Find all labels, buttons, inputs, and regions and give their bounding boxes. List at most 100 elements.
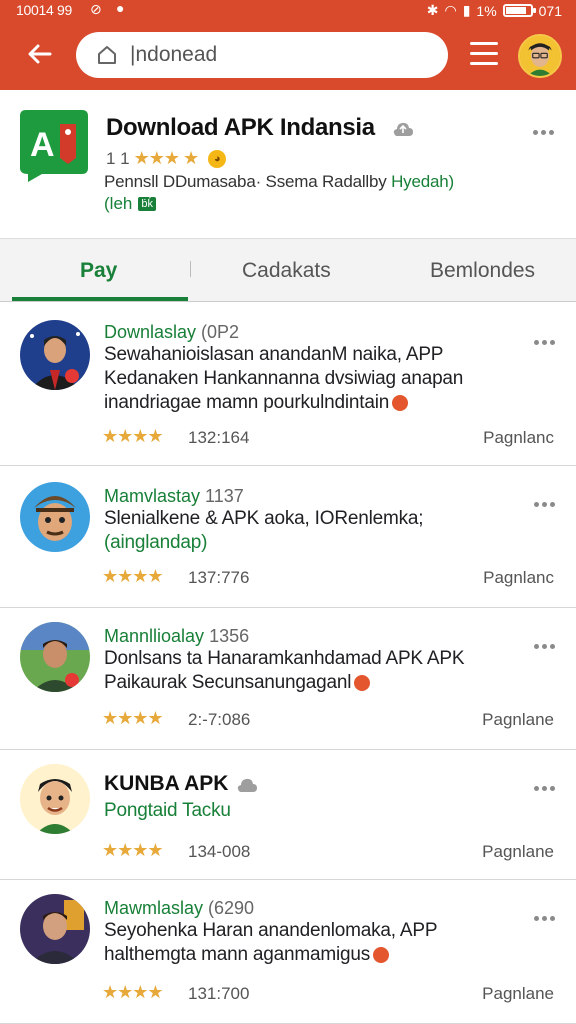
home-icon [98,46,116,64]
item-name-sub: (6290 [203,898,255,918]
avatar [20,482,90,552]
app-developer-line: Pennsll DDumasaba· Ssema Radallby Hyedah… [104,172,454,192]
item-text-line: Paikaurak Secunsanungaganl [104,672,371,694]
status-time: 10014 99 [16,2,72,18]
app-logo-icon: A [20,110,88,182]
item-count: 134-008 [188,842,251,861]
avatar [20,764,90,834]
status-right: ✱ ◠ ▮ 1% 071 [427,2,562,19]
item-text-line: Sewahanioislasan anandanM naika, APP [104,344,444,365]
item-text: Paikaurak Secunsanungaganl [104,672,352,693]
item-status[interactable]: Pagnlane [482,984,554,1004]
list-item[interactable]: Mamvlastay 1137 Slenialkene & APK aoka, … [0,466,576,608]
rating-stars: ★★★ ★ [133,148,200,168]
item-title: Mamvlastay 1137 [104,486,244,507]
item-name-sub: 1356 [204,626,250,646]
app-title: Download APK Indansia [106,114,375,141]
tab-cadakats[interactable]: Cadakats [242,259,331,283]
app-subline: (leh ḃḱ [104,194,156,214]
emoji-icon [373,946,390,963]
tab-bemlondes[interactable]: Bemlondes [430,259,535,283]
emoji-icon [392,394,409,411]
list-item[interactable]: KUNBA APK Pongtaid Tacku ★★★★ 134-008 Pa… [0,750,576,880]
item-stars: ★★★★ [102,982,164,1002]
item-count: 131:700 [188,984,250,1003]
more-options-icon[interactable] [533,122,557,135]
item-text-line: Slenialkene & APK aoka, IORenlemka; [104,508,424,529]
item-status[interactable]: Pagnlane [482,842,554,862]
item-name: KUNBA APK [104,772,229,795]
status-bar: 10014 99 ⊘ ● ✱ ◠ ▮ 1% 071 [0,0,576,22]
item-text-line: inandriagae mamn pourkulndintain [104,392,409,414]
emoji-icon [354,674,371,691]
user-avatar[interactable] [518,34,562,78]
more-options-icon[interactable] [534,908,558,921]
cloud-icon [393,122,413,136]
svg-text:A: A [30,126,55,164]
notification-icon: ● [116,0,125,16]
item-count: 132:164 [188,428,250,447]
item-count: 137:776 [188,568,250,587]
item-text: inandriagae mamn pourkulndintain [104,392,390,413]
tab-pay[interactable]: Pay [80,259,117,283]
item-title: Mannllioalay 1356 [104,626,249,647]
item-name: Downlaslay [104,322,197,342]
bluetooth-icon: ✱ [426,2,439,18]
menu-icon[interactable] [470,42,498,66]
list-item[interactable]: Mannllioalay 1356 Donlsans ta Hanaramkan… [0,608,576,750]
battery-icon [502,4,536,17]
search-bar[interactable] [76,32,448,78]
back-arrow-icon[interactable] [24,38,56,70]
tab-bar: Pay Cadakats Bemlondes [0,238,576,302]
item-stars: ★★★★ [102,566,164,586]
developer-text: Pennsll DDumasaba· Ssema Radallby [104,172,392,191]
item-name: Mannllioalay [104,626,205,646]
item-status[interactable]: Pagnlanc [483,428,554,448]
cloud-icon [238,779,258,793]
item-name-sub: 1137 [200,486,244,506]
item-title: KUNBA APK [104,772,258,796]
item-text-line: Kedanaken Hankannanna dvsiwiag anapan [104,368,464,389]
item-title: Downlaslay (0P2 [104,322,239,343]
item-text: halthemgta mann aganmamigus [104,944,371,965]
item-name-sub: (0P2 [196,322,240,342]
subline-tag: ḃḱ [138,197,156,211]
search-input[interactable] [130,40,430,70]
item-status[interactable]: Pagnlanc [483,568,554,588]
status-extra: 071 [538,2,562,19]
avatar [20,320,90,390]
battery-percent: 1% [476,2,497,19]
tab-divider [190,261,191,277]
item-text-line: Donlsans ta Hanaramkanhdamad APK APK [104,648,465,669]
rating-value: 1 1 [106,148,130,168]
more-options-icon[interactable] [534,332,558,345]
item-name: Mamvlastay [104,486,201,506]
item-text-line: Pongtaid Tacku [104,800,231,821]
app-bar [0,22,576,90]
list-item[interactable]: Downlaslay (0P2 Sewahanioislasan anandan… [0,302,576,466]
tab-active-indicator [12,297,188,301]
app-header: A Download APK Indansia 1 1 ★★★ ★ ◕ Penn… [0,92,576,238]
item-count: 2:-7:086 [188,710,251,729]
developer-link[interactable]: Hyedah) [391,172,454,191]
avatar [20,894,90,964]
item-title: Mawmlaslay (6290 [104,898,254,919]
item-stars: ★★★★ [102,840,164,860]
item-stars: ★★★★ [102,426,164,446]
item-name: Mawmlaslay [104,898,204,918]
item-text-line: (ainglandap) [104,532,208,553]
wifi-icon: ◠ [444,2,457,18]
item-text-line: Seyohenka Haran anandenlomaka, APP [104,920,438,941]
more-options-icon[interactable] [534,494,558,507]
item-status[interactable]: Pagnlane [482,710,554,730]
coin-icon: ◕ [208,149,227,168]
more-options-icon[interactable] [534,778,558,791]
item-text-line: halthemgta mann aganmamigus [104,944,390,966]
list-item[interactable]: Mawmlaslay (6290 Seyohenka Haran ananden… [0,880,576,1024]
alarm-icon: ⊘ [90,1,102,17]
more-options-icon[interactable] [534,636,558,649]
app-rating: 1 1 ★★★ ★ ◕ [106,148,227,169]
subline-text: (leh [104,194,133,213]
avatar [20,622,90,692]
signal-icon: ▮ [462,2,471,18]
